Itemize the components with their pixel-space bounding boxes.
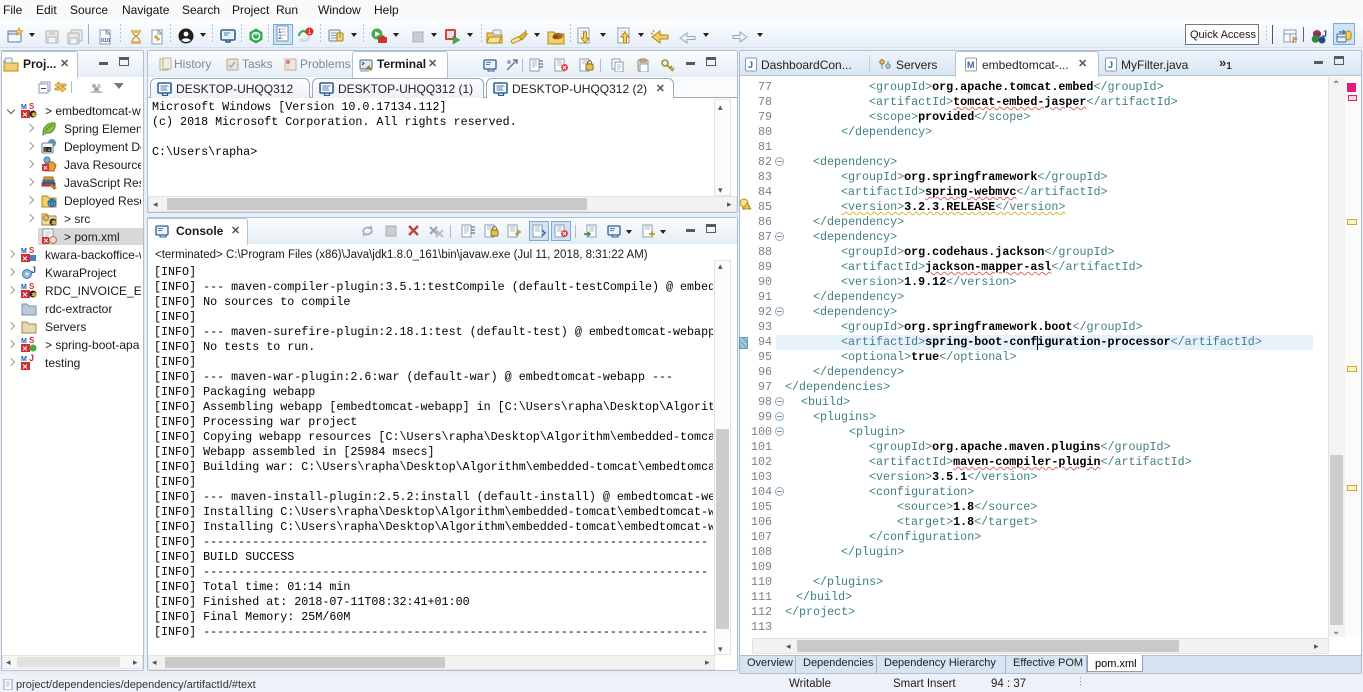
svg-text:✕: ✕: [43, 165, 48, 172]
svg-text:J: J: [748, 60, 753, 70]
svg-text:✱: ✱: [51, 219, 57, 226]
svg-text:M: M: [21, 248, 27, 255]
svg-text:J: J: [29, 354, 34, 363]
svg-text:S: S: [29, 282, 35, 291]
svg-text:010: 010: [101, 38, 110, 44]
svg-text:1: 1: [308, 29, 312, 36]
svg-text:S: S: [29, 246, 35, 255]
svg-text:S: S: [29, 336, 35, 345]
svg-text:M: M: [21, 104, 27, 111]
svg-text:S: S: [29, 102, 35, 111]
svg-text:M: M: [21, 356, 27, 363]
svg-text:✕: ✕: [22, 112, 28, 118]
svg-text:✕: ✕: [43, 238, 49, 244]
svg-text:✕: ✕: [22, 292, 28, 298]
svg-text:2.4: 2.4: [44, 148, 51, 153]
svg-text:M: M: [21, 284, 27, 291]
svg-text:✕: ✕: [22, 256, 28, 262]
svg-text:✱: ✱: [31, 291, 37, 298]
svg-text:J: J: [1322, 29, 1327, 39]
svg-text:✕: ✕: [22, 346, 28, 352]
svg-text:✱: ✱: [31, 111, 37, 118]
svg-text:M: M: [21, 338, 27, 345]
svg-text:M: M: [967, 60, 975, 70]
svg-text:J: J: [31, 265, 36, 275]
svg-text:J: J: [1108, 60, 1113, 70]
svg-text:✕: ✕: [22, 364, 28, 370]
